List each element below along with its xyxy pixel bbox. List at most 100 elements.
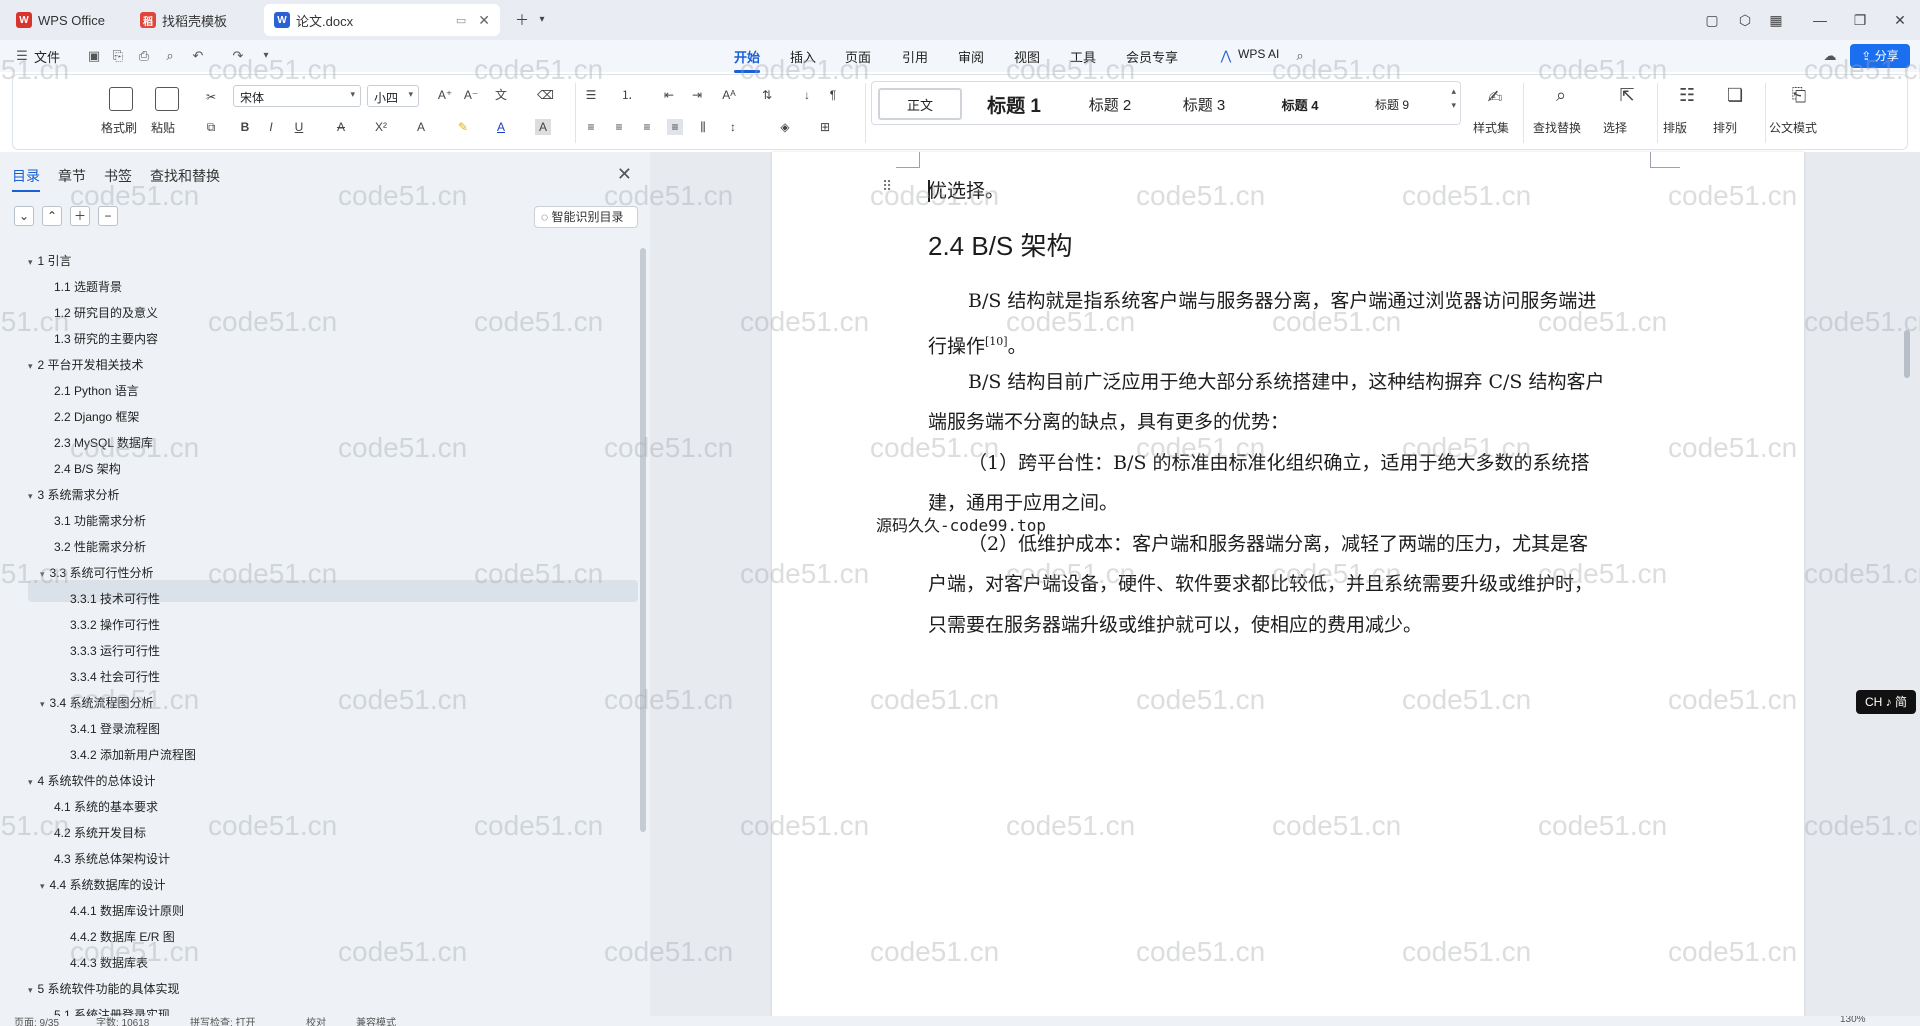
close-pane-icon[interactable]: ✕ — [617, 164, 632, 185]
layout-button[interactable]: 排版 — [1663, 119, 1687, 136]
font-size-select[interactable]: 小四 ▾ — [367, 85, 419, 107]
restore-window-icon[interactable]: ❐ — [1848, 8, 1872, 32]
select-cursor-icon[interactable]: ⇱ — [1619, 86, 1635, 104]
toc-item[interactable]: 1.1 选题背景 — [54, 274, 122, 300]
toc-item[interactable]: 2.4 B/S 架构 — [54, 456, 121, 482]
toc-item[interactable]: 2.1 Python 语言 — [54, 378, 139, 404]
ime-indicator[interactable]: CH ♪ 简 — [1856, 690, 1916, 714]
style-heading-1[interactable]: 标题 1 — [972, 88, 1056, 120]
print-preview-icon[interactable]: ⌕ — [162, 48, 178, 64]
toc-item[interactable]: 2.2 Django 框架 — [54, 404, 139, 430]
style-normal[interactable]: 正文 — [878, 88, 962, 120]
char-shading-icon[interactable]: A — [535, 119, 551, 135]
sort-icon[interactable]: ⇅ — [759, 87, 775, 103]
tab-find-replace[interactable]: 查找和替换 — [150, 166, 220, 186]
tab-toc[interactable]: 目录 — [12, 166, 40, 192]
menu-references[interactable]: 引用 — [902, 47, 928, 66]
toc-item[interactable]: ▾ 5 系统软件功能的具体实现 — [28, 976, 180, 1002]
italic-icon[interactable]: I — [263, 119, 279, 135]
status-page[interactable]: 页面: 9/35 — [14, 1016, 59, 1026]
strikethrough-icon[interactable]: A — [333, 119, 349, 135]
chevron-down-icon[interactable]: ▾ — [40, 699, 45, 709]
expand-down-icon[interactable]: ⌄ — [14, 206, 34, 226]
toc-item[interactable]: 4.2 系统开发目标 — [54, 820, 146, 846]
style-set-icon[interactable]: ✍ — [1487, 88, 1503, 106]
find-replace-button[interactable]: 查找替换 — [1533, 119, 1581, 136]
minimize-window-icon[interactable]: — — [1808, 8, 1832, 32]
show-marks-icon[interactable]: ¶ — [825, 87, 841, 103]
menu-review[interactable]: 审阅 — [958, 47, 984, 66]
toc-item[interactable]: ▾ 1 引言 — [28, 248, 72, 274]
close-window-icon[interactable]: ✕ — [1888, 8, 1912, 32]
style-heading-9[interactable]: 标题 9 — [1350, 88, 1434, 120]
toc-item[interactable]: 3.3.1 技术可行性 — [70, 586, 160, 612]
citation-ref[interactable]: [10] — [985, 335, 1008, 348]
menu-page[interactable]: 页面 — [845, 47, 871, 66]
sort-az-icon[interactable]: ↓ — [799, 87, 815, 103]
redo-icon[interactable]: ↷ — [230, 48, 246, 64]
superscript-icon[interactable]: X² — [373, 119, 389, 135]
text-direction-icon[interactable]: Aᴬ — [721, 87, 737, 103]
arrange-button[interactable]: 排列 — [1713, 119, 1737, 136]
toc-item[interactable]: 4.4.1 数据库设计原则 — [70, 898, 184, 924]
style-set-button[interactable]: 样式集 — [1473, 119, 1509, 136]
layout-icon[interactable]: ☷ — [1679, 86, 1695, 104]
menu-home[interactable]: 开始 — [734, 47, 761, 73]
toc-item[interactable]: ▾ 2 平台开发相关技术 — [28, 352, 144, 378]
status-words[interactable]: 字数: 10618 — [96, 1016, 149, 1026]
font-color-icon[interactable]: A — [493, 119, 509, 135]
toc-item[interactable]: 3.4.2 添加新用户流程图 — [70, 742, 196, 768]
find-replace-icon[interactable]: ⌕ — [1553, 86, 1569, 104]
cut-icon[interactable]: ✂ — [203, 89, 219, 105]
pane-scrollbar[interactable] — [640, 248, 646, 832]
align-center-icon[interactable]: ≡ — [611, 119, 627, 135]
font-family-select[interactable]: 宋体 ▾ — [233, 85, 361, 107]
toc-item[interactable]: ▾ 3.4 系统流程图分析 — [40, 690, 154, 716]
tab-docer-templates[interactable]: 稻 找稻壳模板 — [130, 4, 256, 36]
tab-wps-office[interactable]: W WPS Office — [6, 4, 122, 36]
toc-item[interactable]: 3.3.4 社会可行性 — [70, 664, 160, 690]
box-icon[interactable]: ⬡ — [1733, 8, 1757, 32]
file-menu[interactable]: 文件 — [34, 47, 60, 66]
chevron-down-icon[interactable]: ▾ — [28, 985, 33, 995]
tab-bookmarks[interactable]: 书签 — [104, 166, 132, 186]
justify-icon[interactable]: ≡ — [667, 119, 683, 135]
share-button[interactable]: ⇪ 分享 — [1850, 44, 1910, 68]
underline-icon[interactable]: U — [291, 119, 307, 135]
clear-format-icon[interactable]: ⌫ — [537, 87, 554, 103]
toc-item[interactable]: 4.4.3 数据库表 — [70, 950, 148, 976]
chevron-down-icon[interactable]: ▾ — [28, 361, 33, 371]
shading-icon[interactable]: ◈ — [777, 119, 793, 135]
style-scroll-down-icon[interactable]: ▾ — [1451, 100, 1456, 111]
remove-heading-icon[interactable]: − — [98, 206, 118, 226]
avatar[interactable]: ▦ — [1764, 8, 1788, 32]
toc-item[interactable]: 3.3.2 操作可行性 — [70, 612, 160, 638]
style-heading-4[interactable]: 标题 4 — [1258, 88, 1342, 120]
increase-indent-icon[interactable]: ⇥ — [689, 87, 705, 103]
save-icon[interactable]: ▣ — [86, 48, 102, 64]
tab-chapters[interactable]: 章节 — [58, 166, 86, 186]
toc-item[interactable]: 2.3 MySQL 数据库 — [54, 430, 153, 456]
phonetic-guide-icon[interactable]: 文 — [493, 87, 509, 103]
tab-current-document[interactable]: W 论文.docx ▭ ✕ — [264, 4, 500, 36]
toc-item[interactable]: 3.4.1 登录流程图 — [70, 716, 160, 742]
grow-font-icon[interactable]: A⁺ — [437, 87, 453, 103]
format-painter-button[interactable]: 格式刷 — [101, 119, 137, 136]
menu-member[interactable]: 会员专享 — [1126, 47, 1178, 66]
style-heading-3[interactable]: 标题 3 — [1162, 88, 1246, 120]
chevron-down-icon[interactable]: ▾ — [28, 491, 33, 501]
toc-item[interactable]: ▾ 3 系统需求分析 — [28, 482, 120, 508]
paste-icon[interactable] — [155, 87, 179, 111]
hamburger-icon[interactable]: ☰ — [14, 48, 30, 64]
close-tab-icon[interactable]: ✕ — [478, 12, 490, 29]
chevron-down-icon[interactable]: ▾ — [40, 569, 45, 579]
window-layout-icon[interactable]: ▢ — [1700, 8, 1724, 32]
bullet-list-icon[interactable]: ☰ — [583, 87, 599, 103]
line-spacing-icon[interactable]: ↕ — [725, 119, 741, 135]
collapse-up-icon[interactable]: ⌃ — [42, 206, 62, 226]
menu-tools[interactable]: 工具 — [1070, 47, 1096, 66]
highlight-icon[interactable]: ✎ — [455, 119, 471, 135]
search-icon[interactable]: ⌕ — [1292, 48, 1308, 64]
toc-item[interactable]: ▾ 4.4 系统数据库的设计 — [40, 872, 166, 898]
menu-insert[interactable]: 插入 — [790, 47, 816, 66]
